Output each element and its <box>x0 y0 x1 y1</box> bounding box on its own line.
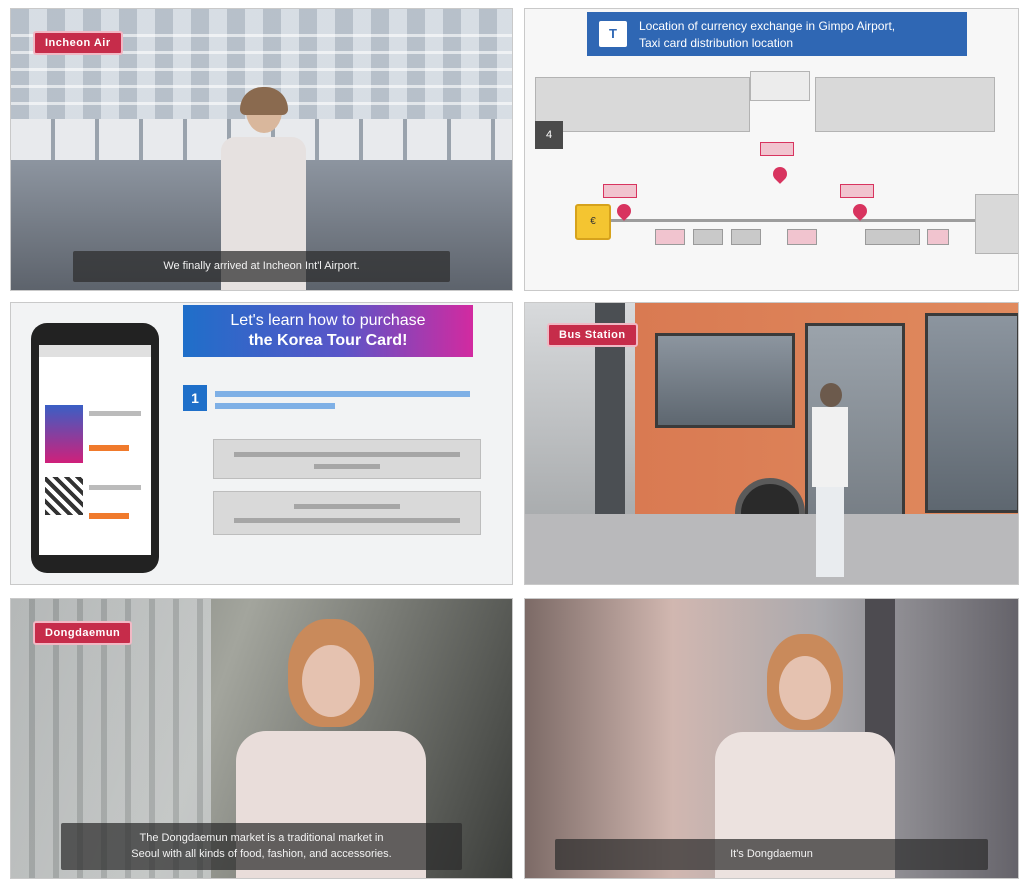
terminal-building-right <box>815 77 995 132</box>
map-pin-icon <box>770 164 790 184</box>
photo-panel-bus: Bus Station <box>524 302 1019 585</box>
gate-box <box>787 229 817 245</box>
photo-panel-market: Dongdaemun The Dongdaemun market is a tr… <box>10 598 513 879</box>
info-box-2 <box>213 491 481 535</box>
tmoney-icon: T <box>599 21 627 47</box>
promo-banner: Let's learn how to purchase the Korea To… <box>183 305 473 357</box>
promo-line-2: the Korea Tour Card! <box>248 332 408 349</box>
location-badge: Dongdaemun <box>33 621 133 645</box>
pin-label-3 <box>840 184 874 198</box>
tour-card-guide-panel: Let's learn how to purchase the Korea To… <box>10 302 513 585</box>
terminal-building-edge <box>975 194 1018 254</box>
promo-line-1: Let's learn how to purchase <box>230 312 426 329</box>
terminal-building-left <box>535 77 750 132</box>
terminal-building-mid <box>750 71 810 101</box>
walking-path <box>605 219 988 222</box>
sidewalk <box>525 514 1018 584</box>
smartphone-illustration <box>31 323 159 573</box>
airport-map-panel: T Location of currency exchange in Gimpo… <box>524 8 1019 291</box>
subtitle-line-2: Seoul with all kinds of food, fashion, a… <box>131 847 392 860</box>
map-pin-icon <box>850 201 870 221</box>
info-box-1 <box>213 439 481 479</box>
location-badge: Incheon Air <box>33 31 123 55</box>
gate-box <box>865 229 920 245</box>
map-title-line-1: Location of currency exchange in Gimpo A… <box>639 19 896 33</box>
gate-box <box>927 229 949 245</box>
step-text-line <box>215 403 335 409</box>
map-title-banner: T Location of currency exchange in Gimpo… <box>587 12 967 56</box>
bus-window <box>925 313 1018 513</box>
location-badge: Bus Station <box>547 323 638 347</box>
video-subtitle: We finally arrived at Incheon Int'l Airp… <box>73 250 450 282</box>
subtitle-line-1: The Dongdaemun market is a traditional m… <box>139 832 384 845</box>
passenger-figure <box>810 383 850 578</box>
map-pin-icon <box>614 201 634 221</box>
pin-label-2 <box>760 142 794 156</box>
gate-box <box>655 229 685 245</box>
video-subtitle: It's Dongdaemun <box>555 838 988 870</box>
gate-box <box>731 229 761 245</box>
bus-window <box>655 333 795 428</box>
pin-label-1 <box>603 184 637 198</box>
currency-exchange-icon: € <box>575 204 611 240</box>
photo-panel-airport: Incheon Air We finally arrived at Incheo… <box>10 8 513 291</box>
step-text-line <box>215 391 470 397</box>
step-number: 1 <box>183 385 207 411</box>
video-subtitle: The Dongdaemun market is a traditional m… <box>61 823 462 870</box>
gate-number-marker: 4 <box>535 121 563 149</box>
photo-panel-street: It's Dongdaemun <box>524 598 1019 879</box>
map-title-line-2: Taxi card distribution location <box>639 35 794 50</box>
phone-screen <box>39 345 151 555</box>
gate-box <box>693 229 723 245</box>
